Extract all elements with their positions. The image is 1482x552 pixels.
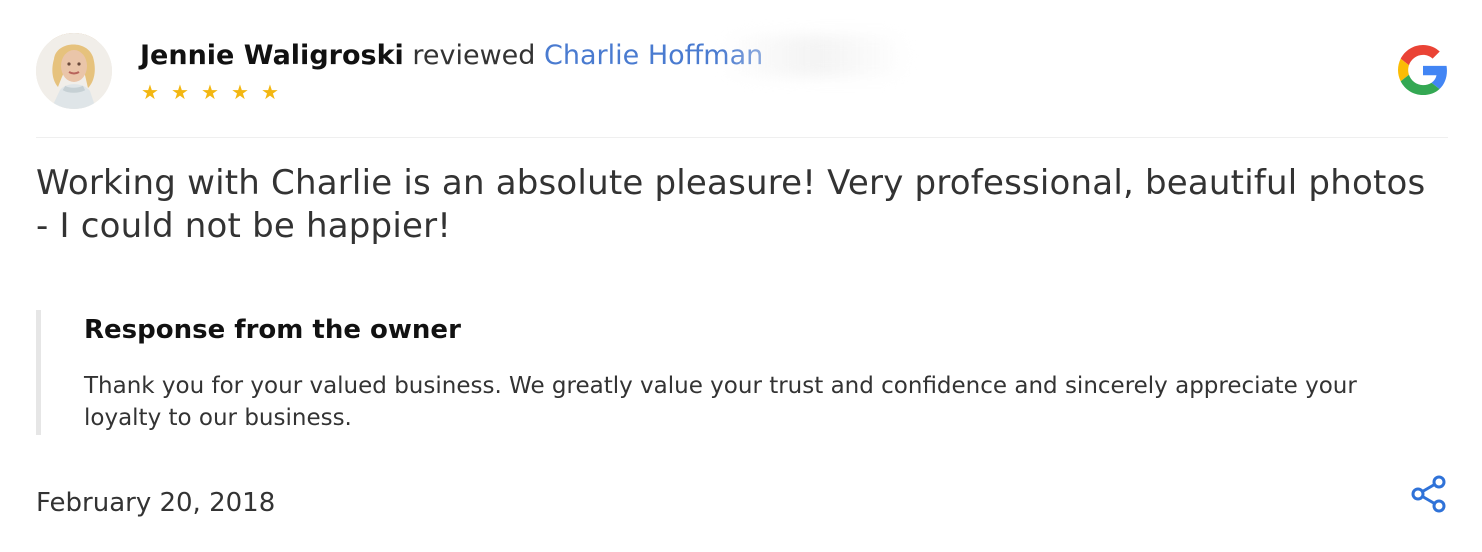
google-icon xyxy=(1398,45,1448,95)
review-card: Jennie Waligroski reviewed Charlie Hoffm… xyxy=(36,0,1448,552)
avatar xyxy=(36,33,112,109)
share-icon[interactable] xyxy=(1410,474,1448,514)
owner-response-title: Response from the owner xyxy=(84,315,461,345)
review-text: Working with Charlie is an absolute plea… xyxy=(36,163,1426,246)
star-icon: ★ xyxy=(201,80,219,104)
divider xyxy=(36,137,1448,138)
star-icon: ★ xyxy=(141,80,159,104)
review-date: February 20, 2018 xyxy=(36,488,276,518)
star-icon: ★ xyxy=(171,80,189,104)
redacted-area xyxy=(720,35,910,77)
owner-response-text: Thank you for your valued business. We g… xyxy=(84,373,1357,431)
star-icon: ★ xyxy=(231,80,249,104)
star-rating: ★ ★ ★ ★ ★ xyxy=(141,82,281,102)
review-header: Jennie Waligroski reviewed Charlie Hoffm… xyxy=(36,33,1448,111)
review-verb: reviewed xyxy=(412,40,536,71)
reviewer-name: Jennie Waligroski xyxy=(140,40,404,71)
star-icon: ★ xyxy=(261,80,279,104)
review-title-line: Jennie Waligroski reviewed Charlie Hoffm… xyxy=(140,39,763,73)
owner-response: Response from the owner Thank you for yo… xyxy=(36,310,1448,435)
